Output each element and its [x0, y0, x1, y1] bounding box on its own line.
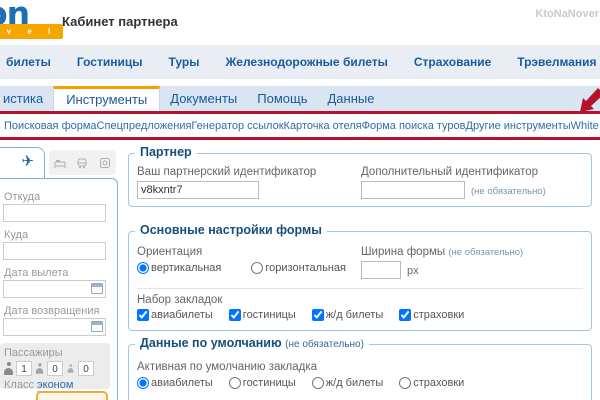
tool-link-special-offers[interactable]: Спецпредложения: [97, 120, 192, 132]
defaults-legend: Данные по умолчанию (не обязательно): [135, 336, 369, 350]
extra-id-optional-note: (не обязательно): [471, 186, 546, 197]
partner-id-input[interactable]: [137, 181, 259, 199]
nav-item-tours[interactable]: Туры: [155, 55, 212, 69]
default-hotels-radio[interactable]: гостиницы: [229, 377, 296, 389]
tabs-hotels-checkbox[interactable]: гостиницы: [229, 309, 296, 321]
tab-instruments[interactable]: Инструменты: [53, 86, 160, 111]
tab-documents[interactable]: Документы: [160, 86, 247, 111]
page-title: Кабинет партнера: [62, 14, 178, 29]
extra-id-label: Дополнительный идентификатор: [361, 166, 538, 178]
main-nav: билеты Гостиницы Туры Железнодорожные би…: [0, 45, 600, 79]
adult-icon: [4, 362, 13, 375]
passengers-box: Пассажиры 1 0 0 Класс эконом: [0, 343, 110, 389]
partner-cabinet-screen: on v e l Кабинет партнера KtoNaNover бил…: [0, 0, 600, 400]
partner-id-label: Ваш партнерский идентификатор: [137, 166, 316, 178]
calendar-icon[interactable]: [91, 321, 103, 332]
child-icon: [36, 363, 43, 373]
extra-id-input[interactable]: [361, 181, 465, 199]
flight-search-panel: Откуда Куда Дата вылета Дата возвращения…: [0, 178, 118, 400]
partner-fieldset: Партнер Ваш партнерский идентификатор До…: [128, 153, 592, 207]
form-width-label: Ширина формы (не обязательно): [361, 246, 523, 258]
search-button[interactable]: [36, 391, 108, 400]
from-label: Откуда: [4, 191, 40, 203]
annotation-arrow-icon: [575, 84, 600, 116]
width-unit-label: px: [407, 265, 419, 277]
orientation-label: Ориентация: [137, 246, 202, 258]
tool-link-other-tools[interactable]: Другие инструменты: [466, 120, 571, 132]
tool-link-tour-search-form[interactable]: Форма поиска туров: [362, 120, 466, 132]
section-tabs: истика Инструменты Документы Помощь Данн…: [0, 86, 600, 111]
tool-link-white-label[interactable]: White Label: [571, 120, 600, 132]
default-avia-radio[interactable]: авиабилеты: [137, 377, 213, 389]
infant-icon: [68, 364, 74, 372]
form-width-input[interactable]: [361, 261, 401, 279]
adults-count[interactable]: 1: [16, 361, 32, 376]
defaults-fieldset: Данные по умолчанию (не обязательно) Акт…: [128, 344, 592, 400]
form-settings-legend: Основные настройки формы: [135, 223, 327, 237]
tab-data[interactable]: Данные: [317, 86, 384, 111]
nav-item-insurance[interactable]: Страхование: [401, 55, 504, 69]
nav-item-avia[interactable]: билеты: [0, 55, 64, 69]
orientation-horizontal-radio[interactable]: горизонтальная: [251, 262, 346, 274]
tool-link-link-generator[interactable]: Генератор ссылок: [191, 120, 283, 132]
tabs-set-label: Набор закладок: [137, 294, 222, 306]
widget-tab-flights[interactable]: ✈: [0, 147, 45, 179]
widget-tabs-inactive: [49, 150, 116, 175]
divider: [137, 288, 583, 289]
to-input[interactable]: [3, 242, 106, 260]
partner-legend: Партнер: [135, 145, 197, 159]
to-label: Куда: [4, 229, 28, 241]
calendar-icon[interactable]: [91, 283, 103, 294]
header: on v e l Кабинет партнера KtoNaNover: [0, 0, 600, 45]
tab-statistics[interactable]: истика: [0, 86, 53, 111]
tabs-avia-checkbox[interactable]: авиабилеты: [137, 309, 213, 321]
nav-item-hotels[interactable]: Гостиницы: [64, 55, 156, 69]
airplane-icon: ✈: [21, 153, 34, 170]
defaults-optional-note: (не обязательно): [285, 339, 364, 350]
default-active-tab-label: Активная по умолчанию закладка: [137, 361, 317, 373]
form-settings-fieldset: Основные настройки формы Ориентация верт…: [128, 231, 592, 331]
train-icon[interactable]: [76, 157, 88, 169]
default-insurance-radio[interactable]: страховки: [399, 377, 464, 389]
orientation-vertical-radio[interactable]: вертикальная: [137, 262, 221, 274]
passengers-label: Пассажиры: [4, 347, 106, 359]
watermark-text: KtoNaNover: [535, 8, 599, 20]
tabs-insurance-checkbox[interactable]: страховки: [399, 309, 464, 321]
tool-link-hotel-card[interactable]: Карточка отеля: [284, 120, 362, 132]
depart-date-label: Дата вылета: [4, 267, 68, 279]
logo-text-bottom: v e l: [0, 24, 63, 39]
from-input[interactable]: [3, 204, 106, 222]
class-label: Класс: [4, 379, 34, 391]
infants-count[interactable]: 0: [78, 361, 94, 376]
form-width-note: (не обязательно): [448, 247, 523, 258]
return-date-label: Дата возвращения: [4, 305, 99, 317]
nav-item-travelmania[interactable]: Трэвелмания: [504, 55, 600, 69]
tools-toolbar-highlighted: Поисковая форма Спецпредложения Генерато…: [0, 111, 600, 140]
tool-link-search-form[interactable]: Поисковая форма: [4, 120, 97, 132]
insurance-icon[interactable]: [99, 157, 111, 169]
tabs-rail-checkbox[interactable]: ж/д билеты: [312, 309, 383, 321]
tab-help[interactable]: Помощь: [247, 86, 317, 111]
nav-item-rail[interactable]: Железнодорожные билеты: [212, 55, 400, 69]
hotel-icon[interactable]: [54, 157, 66, 169]
children-count[interactable]: 0: [47, 361, 63, 376]
default-rail-radio[interactable]: ж/д билеты: [312, 377, 383, 389]
